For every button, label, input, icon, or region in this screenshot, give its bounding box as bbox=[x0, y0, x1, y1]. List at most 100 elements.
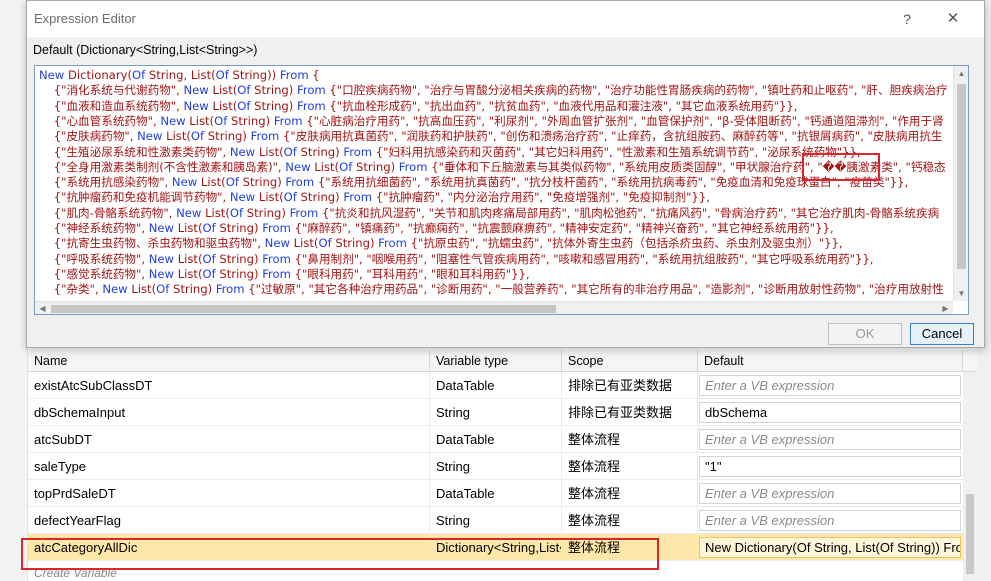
code-text: {"全身用激素类制剂(不含性激素和胰岛素)", bbox=[39, 159, 286, 174]
code-text: String) bbox=[243, 205, 290, 220]
variable-default-input[interactable]: Enter a VB expression bbox=[699, 375, 961, 396]
variable-type[interactable]: DataTable bbox=[430, 372, 562, 399]
highlight-garbled-text bbox=[802, 153, 880, 181]
ok-button[interactable]: OK bbox=[828, 323, 902, 345]
header-default[interactable]: Default bbox=[698, 350, 963, 372]
code-keyword: Of bbox=[237, 83, 251, 98]
variable-default-input[interactable]: dbSchema bbox=[699, 402, 961, 423]
code-line: {"神经系统药物", New List(Of String) From {"麻醉… bbox=[39, 221, 834, 236]
close-button[interactable]: ✕ bbox=[941, 7, 965, 31]
variable-scope[interactable]: 整体流程 bbox=[562, 507, 698, 534]
variable-name[interactable]: existAtcSubClassDT bbox=[28, 372, 430, 399]
variable-scope[interactable]: 排除已有亚类数据 bbox=[562, 372, 698, 399]
code-text: {"皮肤病用抗真菌药", "润肤药和护肤药", "创伤和溃疡治疗药", "止痒药… bbox=[279, 129, 943, 144]
code-text: List( bbox=[310, 159, 340, 174]
variable-type[interactable]: String bbox=[430, 507, 562, 534]
highlight-selected-variable bbox=[21, 538, 659, 570]
header-scope[interactable]: Scope bbox=[562, 350, 698, 372]
code-keyword: New bbox=[137, 129, 163, 144]
editor-vscroll-thumb[interactable] bbox=[957, 84, 966, 269]
code-keyword: Of bbox=[283, 190, 297, 205]
variable-default-input[interactable]: Enter a VB expression bbox=[699, 510, 961, 531]
variable-type[interactable]: String bbox=[430, 399, 562, 426]
code-text: {"血液和造血系统药物", bbox=[39, 98, 184, 113]
code-keyword: From bbox=[262, 251, 291, 266]
code-text: {"系统用抗感染药物", bbox=[39, 175, 172, 190]
dialog-body: Default (Dictionary<String,List<String>>… bbox=[27, 37, 984, 347]
code-keyword: New bbox=[285, 159, 311, 174]
variable-row[interactable]: atcSubDT DataTable 整体流程 Enter a VB expressi… bbox=[28, 426, 977, 453]
variables-scrollbar-thumb[interactable] bbox=[966, 494, 974, 574]
code-text: {"抗肿瘤药和免疫机能调节药物", bbox=[39, 190, 230, 205]
scroll-up-icon[interactable]: ▲ bbox=[954, 66, 968, 81]
code-text: String) bbox=[331, 236, 379, 251]
code-text: String) bbox=[215, 266, 263, 281]
variable-name[interactable]: atcSubDT bbox=[28, 426, 430, 453]
expression-text-editor[interactable]: New Dictionary(Of String, List(Of String… bbox=[34, 65, 969, 315]
variable-name[interactable]: topPrdSaleDT bbox=[28, 480, 430, 507]
code-keyword: New bbox=[183, 83, 209, 98]
code-text: List( bbox=[255, 144, 284, 159]
variable-default-input[interactable]: New Dictionary(Of String, List(Of String… bbox=[699, 537, 961, 558]
code-text: {"抗原虫药", "抗蠕虫药", "抗体外寄生虫药（包括杀疥虫药、杀虫剂及驱虫剂… bbox=[406, 236, 843, 251]
header-name[interactable]: Name bbox=[28, 350, 430, 372]
variable-scope[interactable]: 排除已有亚类数据 bbox=[562, 399, 698, 426]
header-variable-type[interactable]: Variable type bbox=[430, 350, 562, 372]
code-keyword: New bbox=[176, 205, 202, 220]
variable-default-input[interactable]: "1" bbox=[699, 456, 961, 477]
dialog-title: Expression Editor bbox=[34, 11, 136, 26]
code-keyword: From bbox=[285, 175, 315, 190]
expression-type-label: Default (Dictionary<String,List<String>>… bbox=[33, 43, 258, 57]
scroll-left-icon[interactable]: ◀ bbox=[35, 302, 50, 314]
code-keyword: From bbox=[343, 190, 373, 205]
variable-name[interactable]: dbSchemaInput bbox=[28, 399, 430, 426]
code-keyword: From bbox=[250, 129, 280, 144]
code-text: {"眼科用药", "耳科用药", "眼和耳科用药"}}, bbox=[290, 266, 530, 281]
variable-row[interactable]: defectYearFlag String 整体流程 Enter a VB expre… bbox=[28, 507, 977, 534]
code-keyword: New bbox=[39, 68, 65, 82]
code-text: List( bbox=[174, 251, 203, 266]
code-keyword: From bbox=[279, 68, 309, 82]
variable-default-input[interactable]: Enter a VB expression bbox=[699, 483, 961, 504]
variable-type[interactable]: DataTable bbox=[430, 426, 562, 453]
variable-row[interactable]: existAtcSubClassDT DataTable 排除已有亚类数据 Enter… bbox=[28, 372, 977, 399]
code-text: {"感觉系统药物", bbox=[39, 266, 149, 281]
code-line: {"皮肤病药物", New List(Of String) From {"皮肤病… bbox=[39, 129, 943, 144]
code-text: String) bbox=[215, 251, 263, 266]
editor-hscroll-thumb[interactable] bbox=[51, 305, 556, 313]
code-text: {"肌肉-骨骼系统药物", bbox=[39, 205, 177, 220]
variable-name[interactable]: defectYearFlag bbox=[28, 507, 430, 534]
variable-scope[interactable]: 整体流程 bbox=[562, 480, 698, 507]
editor-vertical-scrollbar[interactable]: ▲ ▼ bbox=[953, 66, 968, 301]
variable-row[interactable]: saleType String 整体流程 "1" bbox=[28, 453, 977, 480]
code-text: List( bbox=[174, 266, 203, 281]
variable-row[interactable]: topPrdSaleDT DataTable 整体流程 Enter a VB expr… bbox=[28, 480, 977, 507]
code-text: String) bbox=[250, 98, 297, 113]
code-keyword: Of bbox=[215, 68, 229, 82]
variable-row[interactable]: dbSchemaInput String 排除已有亚类数据 dbSchema bbox=[28, 399, 977, 426]
variable-name[interactable]: saleType bbox=[28, 453, 430, 480]
code-keyword: From bbox=[215, 282, 245, 297]
variables-header: Name Variable type Scope Default bbox=[28, 350, 977, 372]
variable-scope[interactable]: 整体流程 bbox=[562, 426, 698, 453]
code-text: String) bbox=[250, 83, 297, 98]
code-text: String) bbox=[296, 144, 344, 159]
variable-type[interactable]: String bbox=[430, 453, 562, 480]
code-keyword: New bbox=[148, 221, 175, 235]
variable-scope[interactable]: 整体流程 bbox=[562, 453, 698, 480]
code-text: {"杂类", bbox=[39, 282, 103, 297]
code-keyword: Of bbox=[225, 175, 239, 190]
code-text: Dictionary( bbox=[64, 68, 132, 82]
variable-default-input[interactable]: Enter a VB expression bbox=[699, 429, 961, 450]
code-text: List( bbox=[162, 129, 191, 144]
scroll-right-icon[interactable]: ▶ bbox=[938, 302, 953, 314]
help-button[interactable]: ? bbox=[895, 7, 919, 31]
cancel-button[interactable]: Cancel bbox=[910, 323, 974, 345]
variables-scrollbar[interactable] bbox=[963, 372, 977, 581]
editor-horizontal-scrollbar[interactable]: ◀ ▶ bbox=[35, 301, 953, 314]
variable-type[interactable]: DataTable bbox=[430, 480, 562, 507]
code-text: List( bbox=[197, 175, 226, 190]
code-text: List( bbox=[201, 205, 230, 220]
scroll-down-icon[interactable]: ▼ bbox=[954, 286, 968, 301]
dialog-titlebar[interactable]: Expression Editor ? ✕ bbox=[27, 1, 984, 37]
